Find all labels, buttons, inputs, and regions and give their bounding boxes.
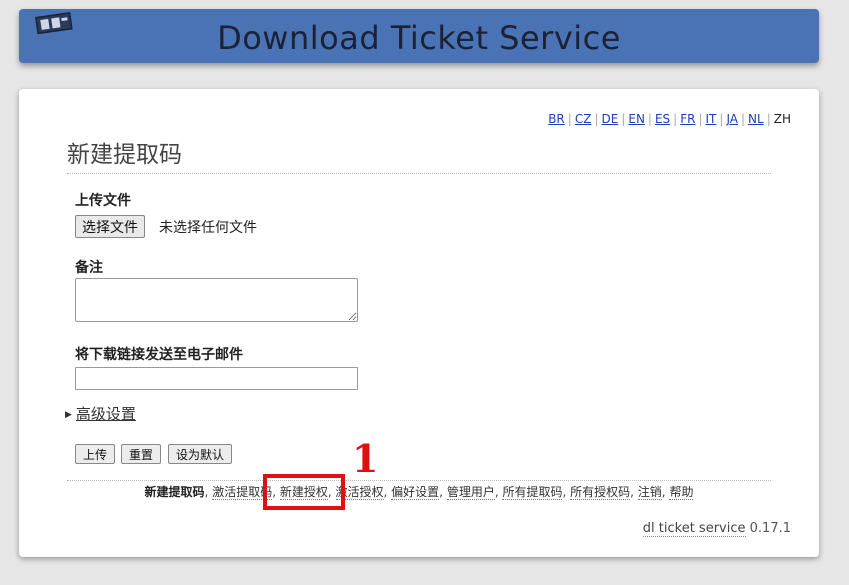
version-number: 0.17.1 <box>749 521 791 536</box>
annotation-highlight-box <box>263 474 345 510</box>
app-title: Download Ticket Service <box>217 19 621 57</box>
lang-link-cz[interactable]: CZ <box>575 112 592 126</box>
lang-link-fr[interactable]: FR <box>680 112 695 126</box>
nav-link-all-tickets[interactable]: 所有提取码 <box>502 485 563 500</box>
file-status-text: 未选择任何文件 <box>159 220 257 236</box>
lang-link-br[interactable]: BR <box>548 112 565 126</box>
upload-button[interactable]: 上传 <box>75 444 116 464</box>
nav-link-preferences[interactable]: 偏好设置 <box>391 485 440 500</box>
main-panel: BR | CZ | DE | EN | ES | FR | IT | JA | NL | ZH 新建提取码 上传文件… <box>19 89 819 557</box>
nav-divider <box>67 480 771 481</box>
lang-link-it[interactable]: IT <box>706 112 717 126</box>
ticket-logo-icon <box>35 12 73 35</box>
language-selector: BR | CZ | DE | EN | ES | FR | IT | JA | NL | ZH <box>548 112 791 126</box>
footer-version: dl ticket service 0.17.1 <box>642 521 791 537</box>
upload-file-label: 上传文件 <box>75 193 131 209</box>
lang-link-es[interactable]: ES <box>655 112 670 126</box>
comment-textarea[interactable] <box>75 278 358 322</box>
lang-link-ja[interactable]: JA <box>726 112 738 126</box>
annotation-number: 1 <box>352 436 379 481</box>
advanced-settings-link[interactable]: 高级设置 <box>76 405 136 423</box>
lang-link-en[interactable]: EN <box>628 112 645 126</box>
lang-current-zh: ZH <box>773 112 791 126</box>
advanced-settings-toggle[interactable]: ▶ 高级设置 <box>65 403 136 424</box>
nav-link-logout[interactable]: 注销 <box>637 485 662 500</box>
nav-link-help[interactable]: 帮助 <box>669 485 694 500</box>
lang-link-de[interactable]: DE <box>601 112 618 126</box>
page-title: 新建提取码 <box>67 135 771 174</box>
footer-link[interactable]: dl ticket service <box>642 521 746 537</box>
email-label: 将下载链接发送至电子邮件 <box>75 347 243 363</box>
email-field[interactable] <box>75 367 358 390</box>
nav-link-manage-users[interactable]: 管理用户 <box>446 485 495 500</box>
nav-current-new-ticket: 新建提取码 <box>144 485 205 499</box>
triangle-right-icon: ▶ <box>65 410 72 420</box>
choose-file-button[interactable]: 选择文件 <box>75 215 145 238</box>
set-default-button[interactable]: 设为默认 <box>168 444 233 464</box>
bottom-nav: 新建提取码, 激活提取码, 新建授权, 激活授权, 偏好设置, 管理用户, 所有… <box>144 485 694 500</box>
reset-button[interactable]: 重置 <box>121 444 162 464</box>
lang-link-nl[interactable]: NL <box>748 112 764 126</box>
header-banner: Download Ticket Service <box>19 9 819 63</box>
nav-link-all-grants[interactable]: 所有授权码 <box>570 485 631 500</box>
comment-label: 备注 <box>75 260 103 276</box>
